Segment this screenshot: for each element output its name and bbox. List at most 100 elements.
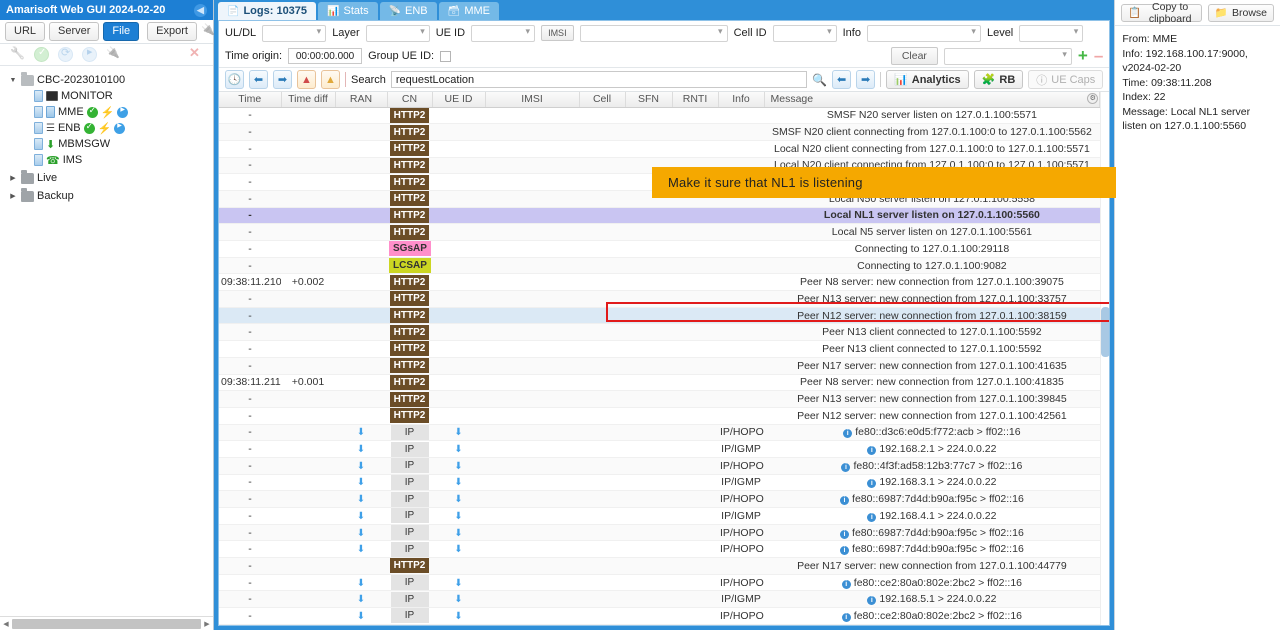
imsi-button[interactable]: IMSI (541, 25, 574, 41)
close-x-icon[interactable] (188, 45, 203, 62)
table-row[interactable]: - HTTP2 SMSF N20 client connecting from 12… (219, 123, 1100, 141)
table-row[interactable]: - HTTP2 Peer N17 server: new connection fr… (219, 357, 1100, 375)
table-row[interactable]: - ⬇ IP ⬇ IP/IGMP i 192.168.4.1 > 224.0.0.22 (219, 507, 1100, 525)
table-row[interactable]: - HTTP2 Local N5 server listen on 127.0.1.… (219, 223, 1100, 241)
uldl-select[interactable] (262, 24, 327, 42)
tab-enb[interactable]: 📡 ENB (379, 2, 437, 20)
table-row[interactable]: - ⬇ IP ⬇ IP/IGMP i 192.168.3.1 > 224.0.0.22 (219, 474, 1100, 492)
add-plug-icon[interactable] (201, 24, 208, 39)
clock-icon[interactable]: 🕓 (225, 70, 244, 89)
table-row[interactable]: - HTTP2 SMSF N20 server listen on 127.0.1.… (219, 107, 1100, 125)
tab-logs[interactable]: 📄 Logs: 10375 (218, 2, 317, 20)
col-info[interactable]: Info (718, 92, 765, 108)
tree-item-live[interactable]: ▶ Live (4, 169, 213, 186)
col-cell[interactable]: Cell (579, 92, 626, 108)
table-row[interactable]: - HTTP2 Local N20 client connecting from 1… (219, 140, 1100, 158)
table-row[interactable]: - ⬇ IP ⬇ IP/HOPOPTife80::d3c6:e0d5:f772:acb … (219, 424, 1100, 442)
error-triangle-icon[interactable]: ▲ (297, 70, 316, 89)
rb-button[interactable]: 🧩 RB (973, 70, 1024, 89)
tree-item-mbmsgw[interactable]: ⬇ MBMSGW (4, 136, 213, 152)
group-ueid-checkbox[interactable] (440, 50, 452, 62)
table-row[interactable]: - HTTP2 Local NL1 server listen on 127.0.1… (219, 207, 1100, 225)
table-row[interactable]: - HTTP2 Peer N12 server: new connection fr… (219, 307, 1100, 325)
scroll-thumb[interactable] (12, 618, 201, 629)
file-button[interactable]: File (103, 22, 140, 41)
start-icon[interactable] (114, 122, 126, 134)
minus-icon[interactable]: – (1094, 47, 1103, 64)
col-ran[interactable]: RAN (335, 92, 388, 108)
col-ueid[interactable]: UE ID (432, 92, 486, 108)
imsi-select[interactable] (579, 24, 728, 42)
table-row[interactable]: - HTTP2 Peer N13 client connected to 127.0… (219, 323, 1100, 342)
tab-stats[interactable]: 📊 Stats (318, 2, 378, 20)
table-row[interactable]: - ⬇ IP ⬇ IP/IGMP i 192.168.2.1 > 224.0.0.22 (219, 440, 1100, 458)
table-row[interactable]: - ⬇ IP ⬇ IP/HOPOPTife80::ce2:80a0:802e:2bc2 … (219, 574, 1100, 592)
table-row[interactable]: - HTTP2 Peer N13 server: new connection fr… (219, 290, 1100, 308)
table-row[interactable]: - ⬇ IP ⬇ IP/HOPOPTife80::6987:7d4d:b90a:f95c… (219, 540, 1100, 559)
refresh-icon[interactable] (58, 46, 73, 62)
col-sfn[interactable]: SFN (625, 92, 673, 108)
arrow-right-icon[interactable]: ➡ (273, 70, 292, 89)
search-prev-icon[interactable]: ⬅ (832, 70, 852, 89)
scroll-left-icon[interactable]: ◀ (0, 620, 12, 628)
bolt-icon[interactable]: ⚡ (98, 122, 112, 135)
chevron-left-icon[interactable]: ◀ (194, 3, 207, 17)
level-select[interactable] (1019, 24, 1084, 42)
binoculars-icon[interactable]: 🔍 (812, 73, 827, 87)
table-row[interactable]: 09:38:11.210 +0.002 HTTP2 Peer N8 server: n… (219, 273, 1100, 292)
col-imsi[interactable]: IMSI (485, 92, 580, 108)
tree-item-enb[interactable]: ☰ ENB ⚡ (4, 120, 213, 136)
cellid-select[interactable] (772, 24, 837, 42)
browse-button[interactable]: 📁 Browse (1207, 3, 1274, 22)
search-input[interactable] (390, 71, 808, 88)
table-row[interactable]: - ⬇ IP ⬇ IP/HOPOPTife80::6987:7d4d:b90a:f95c… (219, 524, 1100, 542)
col-time-diff[interactable]: Time diff (281, 92, 336, 108)
export-button[interactable]: Export (147, 22, 197, 41)
wrench-icon[interactable] (10, 47, 25, 62)
preset-select[interactable] (943, 47, 1072, 65)
layer-select[interactable] (365, 24, 430, 42)
table-row[interactable]: - ⬇ IP ⬇ IP/HOPOPTife80::ce2:80a0:802e:2bc2 … (219, 607, 1100, 625)
table-row[interactable]: - ⬇ IP ⬇ IP/HOPOPTife80::6987:7d4d:b90a:f95c… (219, 490, 1100, 508)
plug-icon[interactable] (106, 47, 121, 62)
table-row[interactable]: - HTTP2 Peer N13 server: new connection fr… (219, 390, 1100, 408)
bolt-icon[interactable]: ⚡ (101, 106, 115, 119)
tree-item-monitor[interactable]: MONITOR (4, 88, 213, 104)
tree-item-mme[interactable]: MME ⚡ (4, 104, 213, 120)
time-origin-input[interactable] (288, 48, 363, 64)
table-row[interactable]: 09:38:11.211 +0.001 HTTP2 Peer N8 server: n… (219, 374, 1100, 392)
table-row[interactable]: - SGsAP Connecting to 127.0.1.100:29118 (219, 240, 1100, 258)
col-rnti[interactable]: RNTI (672, 92, 719, 108)
check-circle-icon[interactable] (34, 47, 49, 62)
analytics-button[interactable]: 📊 Analytics (886, 70, 969, 89)
copy-to-clipboard-button[interactable]: 📋 Copy to clipboard (1121, 1, 1202, 25)
table-row[interactable]: - HTTP2 Peer N12 server: new connection fr… (219, 407, 1100, 425)
table-row[interactable]: - HTTP2 Peer N17 server: new connection fr… (219, 557, 1100, 575)
col-message[interactable]: Message (764, 92, 1101, 108)
col-time[interactable]: Time (219, 92, 282, 108)
scroll-thumb[interactable] (1101, 307, 1110, 357)
search-next-icon[interactable]: ➡ (856, 70, 876, 89)
start-icon[interactable] (117, 106, 129, 118)
arrow-left-icon[interactable]: ⬅ (249, 70, 268, 89)
chevron-right-icon[interactable]: ▶ (8, 174, 18, 182)
left-horizontal-scrollbar[interactable]: ◀ ▶ (0, 616, 213, 630)
chevron-down-icon[interactable]: ▼ (8, 77, 18, 84)
tree-item-ims[interactable]: ☎ IMS (4, 152, 213, 168)
plus-icon[interactable]: + (1078, 47, 1088, 64)
ueid-select[interactable] (471, 24, 536, 42)
scroll-right-icon[interactable]: ▶ (201, 620, 213, 628)
warning-triangle-icon[interactable]: ▲ (321, 70, 340, 89)
ue-caps-button[interactable]: ⓘ UE Caps (1028, 70, 1104, 89)
clear-button[interactable]: Clear (890, 47, 938, 65)
chevron-right-icon[interactable]: ▶ (8, 192, 18, 200)
table-row[interactable]: - HTTP2 Peer N13 client connected to 127.0… (219, 340, 1100, 358)
table-row[interactable]: - ⬇ IP ⬇ IP/IGMP i 192.168.5.1 > 224.0.0.22 (219, 590, 1100, 609)
col-cn[interactable]: CN (387, 92, 433, 108)
tree-item-cbc[interactable]: ▼ CBC-2023010100 (4, 71, 213, 88)
server-button[interactable]: Server (49, 22, 100, 41)
info-select[interactable] (866, 24, 981, 42)
table-row[interactable]: - LCSAP Connecting to 127.0.1.100:9082 (219, 257, 1100, 275)
play-circle-icon[interactable] (82, 47, 97, 62)
url-button[interactable]: URL (5, 22, 46, 41)
